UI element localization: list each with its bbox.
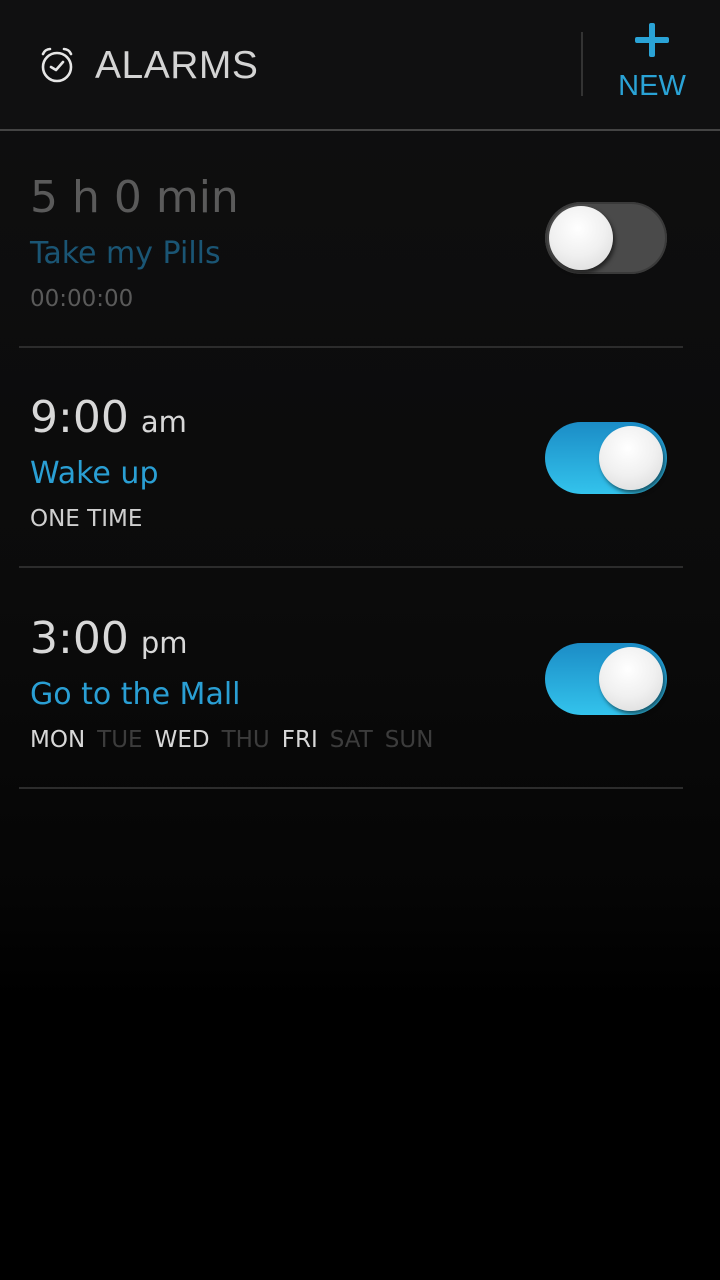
alarm-item[interactable]: 3:00 pm Go to the Mall MON TUE WED THU FRI SAT…: [19, 569, 683, 789]
day-mon: MON: [30, 727, 86, 753]
alarm-time: 5 h 0 min: [30, 172, 239, 223]
alarms-app: ALARMS NEW 5 h 0 min Take my Pills 00:00…: [0, 0, 720, 1280]
new-alarm-button[interactable]: NEW: [600, 14, 704, 114]
toggle-knob: [599, 426, 663, 490]
day-sun: SUN: [384, 727, 434, 753]
toggle-knob: [549, 206, 613, 270]
alarm-time-value: 3:00: [30, 613, 129, 664]
toggle-knob: [599, 647, 663, 711]
alarm-label: Take my Pills: [30, 236, 221, 271]
alarm-repeat-days: MON TUE WED THU FRI SAT SUN: [30, 727, 445, 753]
alarm-label: Wake up: [30, 456, 159, 491]
day-fri: FRI: [281, 727, 318, 753]
alarm-toggle[interactable]: [545, 643, 667, 715]
alarm-toggle[interactable]: [545, 422, 667, 494]
alarm-time: 3:00 pm: [30, 613, 187, 664]
alarm-time-value: 5 h 0 min: [30, 172, 239, 223]
alarm-toggle[interactable]: [545, 202, 667, 274]
alarm-item[interactable]: 5 h 0 min Take my Pills 00:00:00: [19, 128, 683, 348]
plus-icon: [635, 23, 669, 57]
alarm-time-value: 9:00: [30, 392, 129, 443]
day-wed: WED: [154, 727, 210, 753]
new-alarm-label: NEW: [618, 70, 686, 102]
alarm-clock-icon: [41, 47, 73, 83]
alarm-countdown: 00:00:00: [30, 286, 134, 312]
alarm-repeat: ONE TIME: [30, 506, 143, 532]
action-bar-divider: [581, 32, 583, 96]
day-sat: SAT: [329, 727, 373, 753]
alarm-ampm: am: [140, 405, 187, 439]
alarm-time: 9:00 am: [30, 392, 187, 443]
alarm-ampm: pm: [140, 626, 188, 660]
action-bar: ALARMS NEW: [0, 0, 720, 131]
alarm-item[interactable]: 9:00 am Wake up ONE TIME: [19, 348, 683, 568]
day-tue: TUE: [97, 727, 143, 753]
day-thu: THU: [221, 727, 270, 753]
page-title: ALARMS: [95, 44, 259, 87]
alarm-label: Go to the Mall: [30, 677, 241, 712]
